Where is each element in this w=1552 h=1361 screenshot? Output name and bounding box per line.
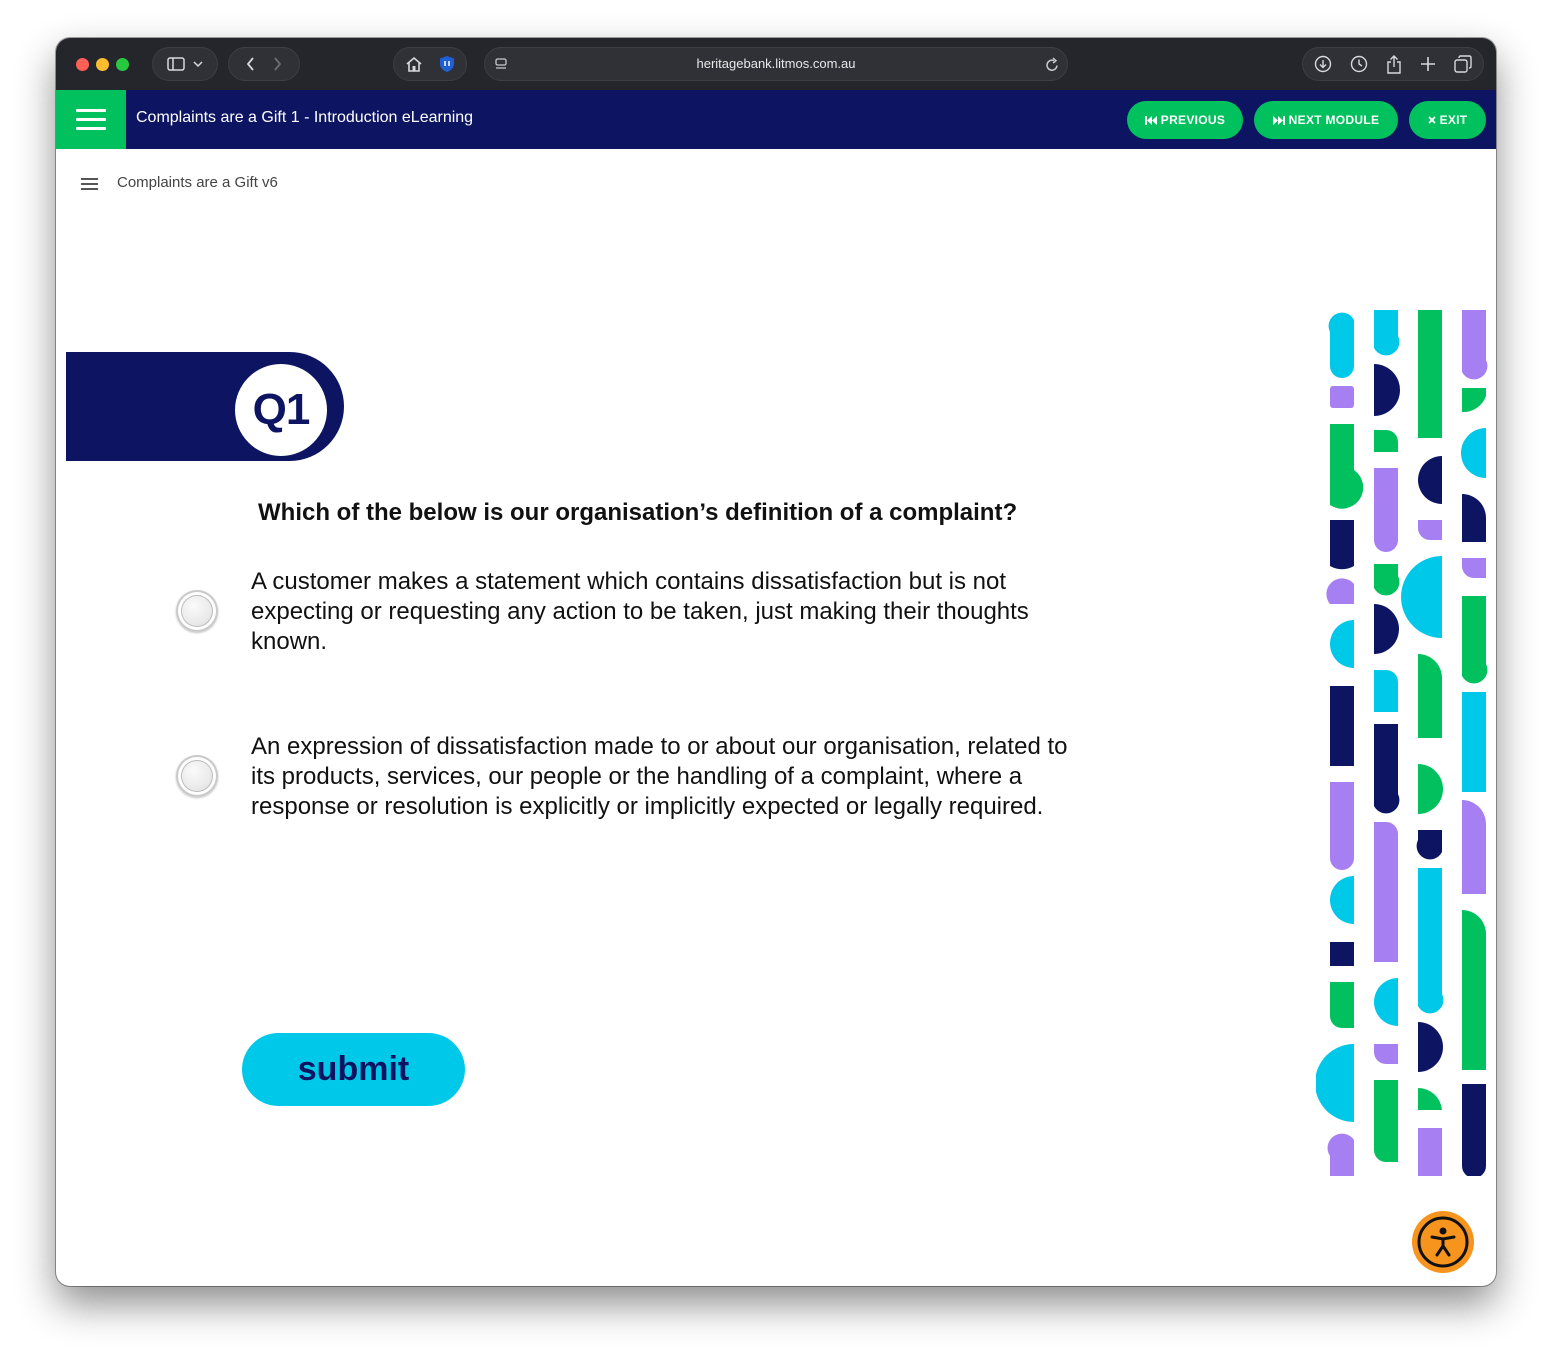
submit-button[interactable]: submit xyxy=(242,1033,465,1106)
previous-label: PREVIOUS xyxy=(1160,113,1226,127)
option-2-line: response or resolution is explicitly or … xyxy=(251,793,1044,820)
reload-icon[interactable] xyxy=(1045,57,1059,72)
forward-icon[interactable] xyxy=(273,57,282,71)
option-2-line: An expression of dissatisfaction made to… xyxy=(251,733,1068,760)
close-window-button[interactable] xyxy=(76,58,89,71)
minimize-window-button[interactable] xyxy=(96,58,109,71)
home-icon[interactable] xyxy=(405,56,423,72)
module-title: Complaints are a Gift v6 xyxy=(117,174,278,191)
browser-actions-group xyxy=(1302,47,1484,81)
exit-label: EXIT xyxy=(1439,113,1468,127)
history-icon[interactable] xyxy=(1350,55,1368,73)
outline-menu-icon[interactable] xyxy=(81,178,98,193)
next-module-label: NEXT MODULE xyxy=(1288,113,1380,127)
chevron-down-icon xyxy=(193,61,203,67)
maximize-window-button[interactable] xyxy=(116,58,129,71)
new-tab-icon[interactable] xyxy=(1420,56,1436,72)
download-icon[interactable] xyxy=(1314,55,1332,73)
decorative-pattern xyxy=(1316,310,1488,1176)
home-extensions-group xyxy=(393,47,467,81)
hamburger-icon xyxy=(76,109,106,112)
sidebar-toggle-button[interactable] xyxy=(152,47,218,81)
url-text: heritagebank.litmos.com.au xyxy=(696,56,856,71)
question-number-text: Q1 xyxy=(252,385,311,434)
option-1-line: A customer makes a statement which conta… xyxy=(251,568,1007,595)
history-nav xyxy=(228,47,300,81)
question-text: Which of the below is our organisation’s… xyxy=(258,499,1018,526)
shield-extension-icon[interactable] xyxy=(439,55,455,73)
option-1-line: known. xyxy=(251,628,328,655)
browser-window: heritagebank.litmos.com.au Complaints ar… xyxy=(56,38,1496,1286)
option-2-radio[interactable] xyxy=(176,755,218,797)
accessibility-button[interactable] xyxy=(1412,1211,1474,1273)
option-1-line: expecting or requesting any action to be… xyxy=(251,598,1029,625)
option-2-text[interactable]: An expression of dissatisfaction made to… xyxy=(251,732,1151,822)
previous-button[interactable]: PREVIOUS xyxy=(1127,101,1243,139)
back-icon[interactable] xyxy=(246,57,255,71)
option-1-text[interactable]: A customer makes a statement which conta… xyxy=(251,567,1151,657)
exit-button[interactable]: EXIT xyxy=(1409,101,1486,139)
address-bar[interactable]: heritagebank.litmos.com.au xyxy=(484,47,1068,81)
share-icon[interactable] xyxy=(1386,54,1402,74)
accessibility-icon xyxy=(1417,1216,1469,1268)
question-number: Q1 xyxy=(235,364,327,456)
course-header: Complaints are a Gift 1 - Introduction e… xyxy=(56,90,1496,149)
tab-overview-icon[interactable] xyxy=(1454,55,1472,73)
close-icon xyxy=(1427,116,1436,124)
browser-toolbar: heritagebank.litmos.com.au xyxy=(56,38,1496,90)
main-menu-button[interactable] xyxy=(56,90,126,149)
next-module-button[interactable]: NEXT MODULE xyxy=(1254,101,1398,139)
option-1-radio[interactable] xyxy=(176,590,218,632)
skip-back-icon xyxy=(1144,115,1157,125)
option-2-line: its products, services, our people or th… xyxy=(251,763,1023,790)
skip-forward-icon xyxy=(1272,115,1285,125)
course-title: Complaints are a Gift 1 - Introduction e… xyxy=(136,109,474,126)
sidebar-icon xyxy=(167,57,185,71)
